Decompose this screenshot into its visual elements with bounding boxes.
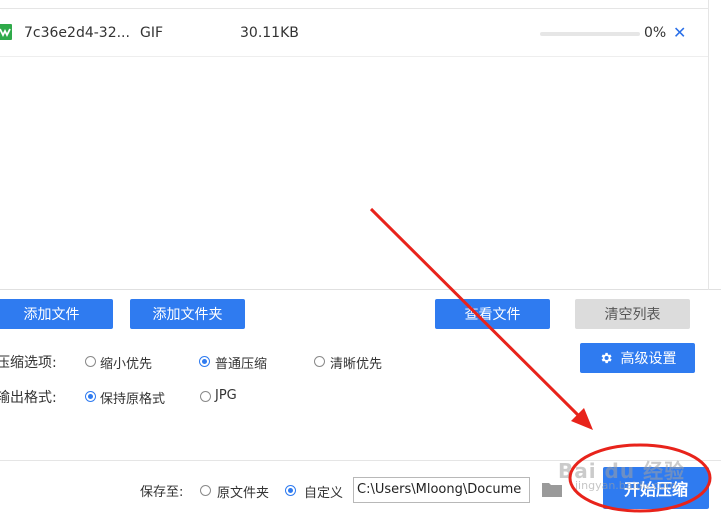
baidu-watermark-url: jingyan.baidu.com [575, 479, 677, 492]
file-row[interactable]: 7c36e2d4-32... GIF 30.11KB 0% ✕ [0, 9, 708, 57]
file-list-right-border [708, 0, 709, 290]
save-to-label: 保存至: [140, 485, 184, 500]
output-format-label: 输出格式: [0, 390, 57, 406]
radio-normal-compress[interactable] [199, 356, 210, 367]
advanced-settings-button[interactable]: 高级设置 [580, 343, 695, 373]
option-normal-compress[interactable]: 普通压缩 [215, 353, 267, 372]
progress-text: 0% [644, 25, 667, 41]
annotation-arrowhead [571, 408, 593, 430]
clear-list-button[interactable]: 清空列表 [575, 299, 690, 329]
option-shrink-first[interactable]: 缩小优先 [100, 353, 152, 372]
file-size: 30.11KB [240, 25, 299, 41]
radio-original-folder[interactable] [200, 485, 211, 496]
option-clarity-first[interactable]: 清晰优先 [330, 353, 382, 372]
file-name: 7c36e2d4-32... [24, 25, 130, 41]
save-path-input[interactable]: C:\Users\Mloong\Docume [353, 477, 530, 503]
file-list: 7c36e2d4-32... GIF 30.11KB 0% ✕ [0, 0, 721, 290]
gear-icon [601, 352, 612, 364]
file-type: GIF [140, 25, 164, 41]
radio-clarity-first[interactable] [314, 356, 325, 367]
advanced-settings-label: 高级设置 [620, 351, 677, 367]
option-original-folder[interactable]: 原文件夹 [217, 482, 269, 501]
progress-bar [540, 32, 640, 36]
remove-file-icon[interactable]: ✕ [673, 23, 686, 42]
radio-custom-folder[interactable] [285, 485, 296, 496]
radio-keep-format[interactable] [85, 391, 96, 402]
add-folder-button[interactable]: 添加文件夹 [130, 299, 245, 329]
add-file-button[interactable]: 添加文件 [0, 299, 113, 329]
compression-label: 压缩选项: [0, 355, 57, 371]
option-keep-format[interactable]: 保持原格式 [100, 388, 165, 407]
view-file-button[interactable]: 查看文件 [435, 299, 550, 329]
option-jpg[interactable]: JPG [215, 388, 237, 403]
radio-shrink-first[interactable] [85, 356, 96, 367]
radio-jpg[interactable] [200, 391, 211, 402]
gif-file-icon [0, 24, 12, 40]
option-custom-folder[interactable]: 自定义 [304, 482, 343, 501]
